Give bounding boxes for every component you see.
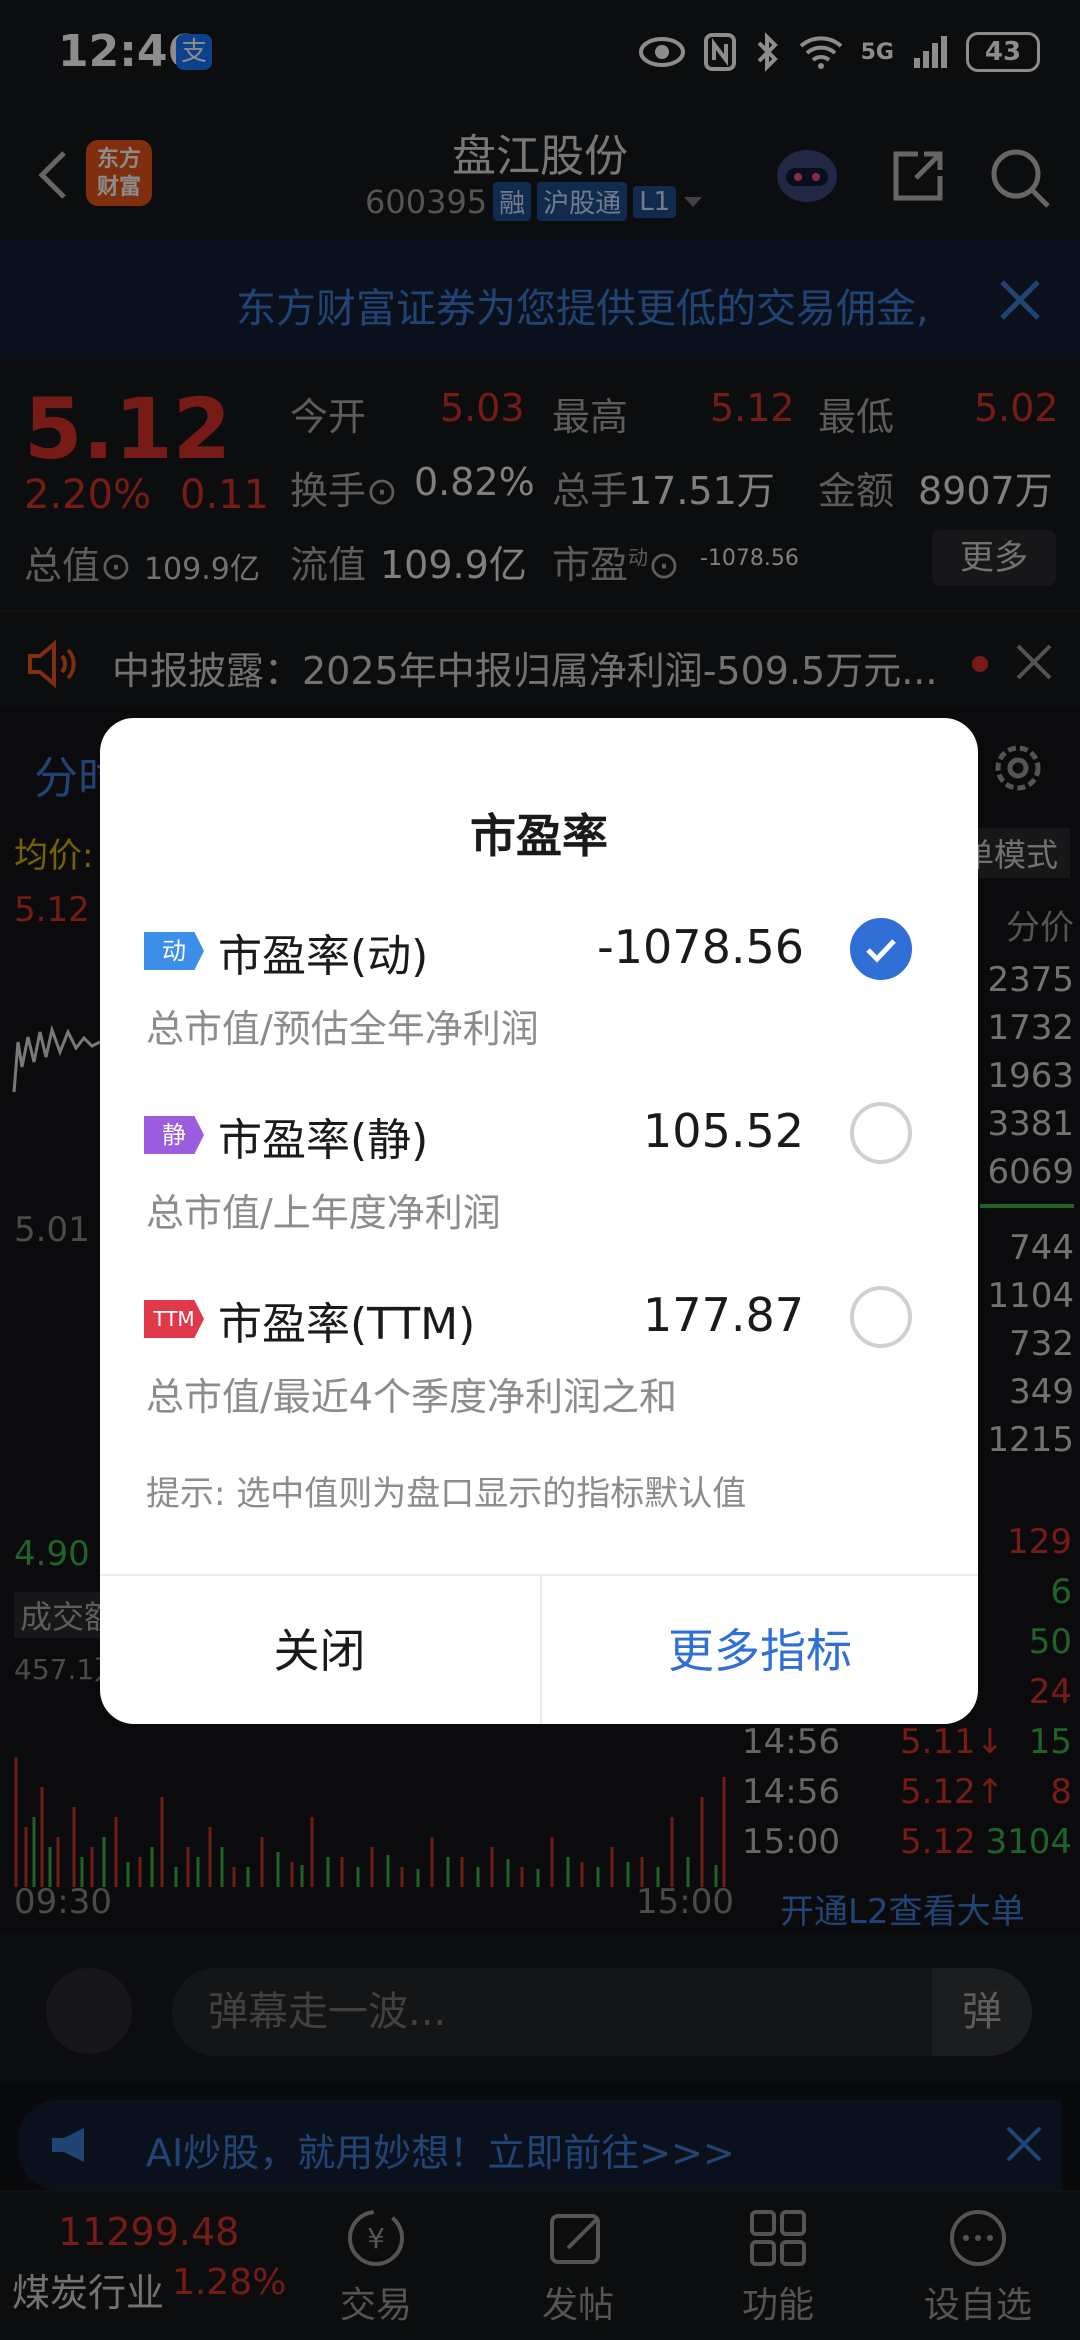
option-desc: 总市值/最近4个季度净利润之和 [146, 1375, 677, 1419]
option-value: 105.52 [643, 1104, 804, 1158]
option-name: 市盈率(静) [218, 1115, 429, 1166]
radio-checked[interactable] [850, 918, 912, 980]
badge-ttm: TTM [144, 1300, 204, 1338]
badge-dynamic: 动 [144, 932, 204, 970]
option-name: 市盈率(动) [218, 931, 429, 982]
badge-static: 静 [144, 1116, 204, 1154]
option-name: 市盈率(TTM) [218, 1299, 476, 1350]
more-indicators-button[interactable]: 更多指标 [540, 1576, 978, 1724]
close-button[interactable]: 关闭 [100, 1576, 539, 1724]
option-pe-ttm[interactable]: TTM 市盈率(TTM) 177.87 总市值/最近4个季度净利润之和 [144, 1286, 944, 1456]
option-value: -1078.56 [597, 920, 804, 974]
pe-ratio-dialog: 市盈率 动 市盈率(动) -1078.56 总市值/预估全年净利润 静 市盈率(… [100, 718, 978, 1724]
check-icon [866, 939, 896, 963]
option-pe-dynamic[interactable]: 动 市盈率(动) -1078.56 总市值/预估全年净利润 [144, 918, 944, 1088]
dialog-hint: 提示: 选中值则为盘口显示的指标默认值 [146, 1474, 747, 1514]
option-pe-static[interactable]: 静 市盈率(静) 105.52 总市值/上年度净利润 [144, 1102, 944, 1272]
radio-unchecked[interactable] [850, 1286, 912, 1348]
radio-unchecked[interactable] [850, 1102, 912, 1164]
option-desc: 总市值/预估全年净利润 [146, 1007, 539, 1051]
dialog-title: 市盈率 [470, 809, 608, 863]
dialog-footer: 关闭 更多指标 [100, 1574, 978, 1724]
option-value: 177.87 [643, 1288, 804, 1342]
option-desc: 总市值/上年度净利润 [146, 1191, 501, 1235]
